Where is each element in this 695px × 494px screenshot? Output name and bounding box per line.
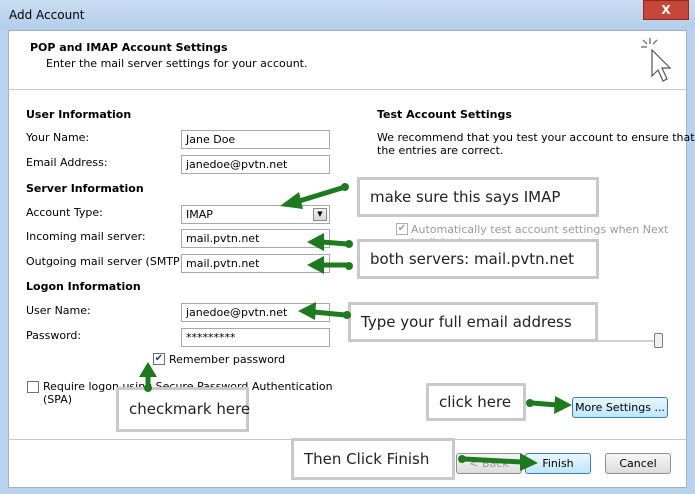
arrow-to-finish: [461, 456, 525, 465]
arrow-dot-1: [341, 183, 349, 191]
arrow-dot-5: [144, 384, 152, 392]
arrow-dot-7: [458, 455, 466, 463]
arrowhead-user-name: [298, 302, 316, 320]
annotation-arrows: [139, 183, 572, 471]
arrow-dot-4: [343, 311, 351, 319]
arrowhead-more-settings: [554, 396, 572, 414]
arrowhead-remember: [139, 362, 157, 377]
arrowhead-outgoing: [307, 256, 324, 274]
arrow-to-account-type: [293, 184, 348, 205]
arrow-to-user-name: [311, 309, 348, 318]
arrow-to-incoming-server: [319, 239, 350, 247]
arrow-to-more-settings: [529, 400, 560, 408]
arrowhead-finish: [520, 453, 538, 471]
arrow-dot-6: [526, 399, 534, 407]
arrowhead-incoming: [307, 233, 324, 251]
arrow-dot-3: [345, 262, 353, 270]
arrowhead-account-type: [280, 192, 303, 209]
arrow-dot-2: [345, 240, 353, 248]
